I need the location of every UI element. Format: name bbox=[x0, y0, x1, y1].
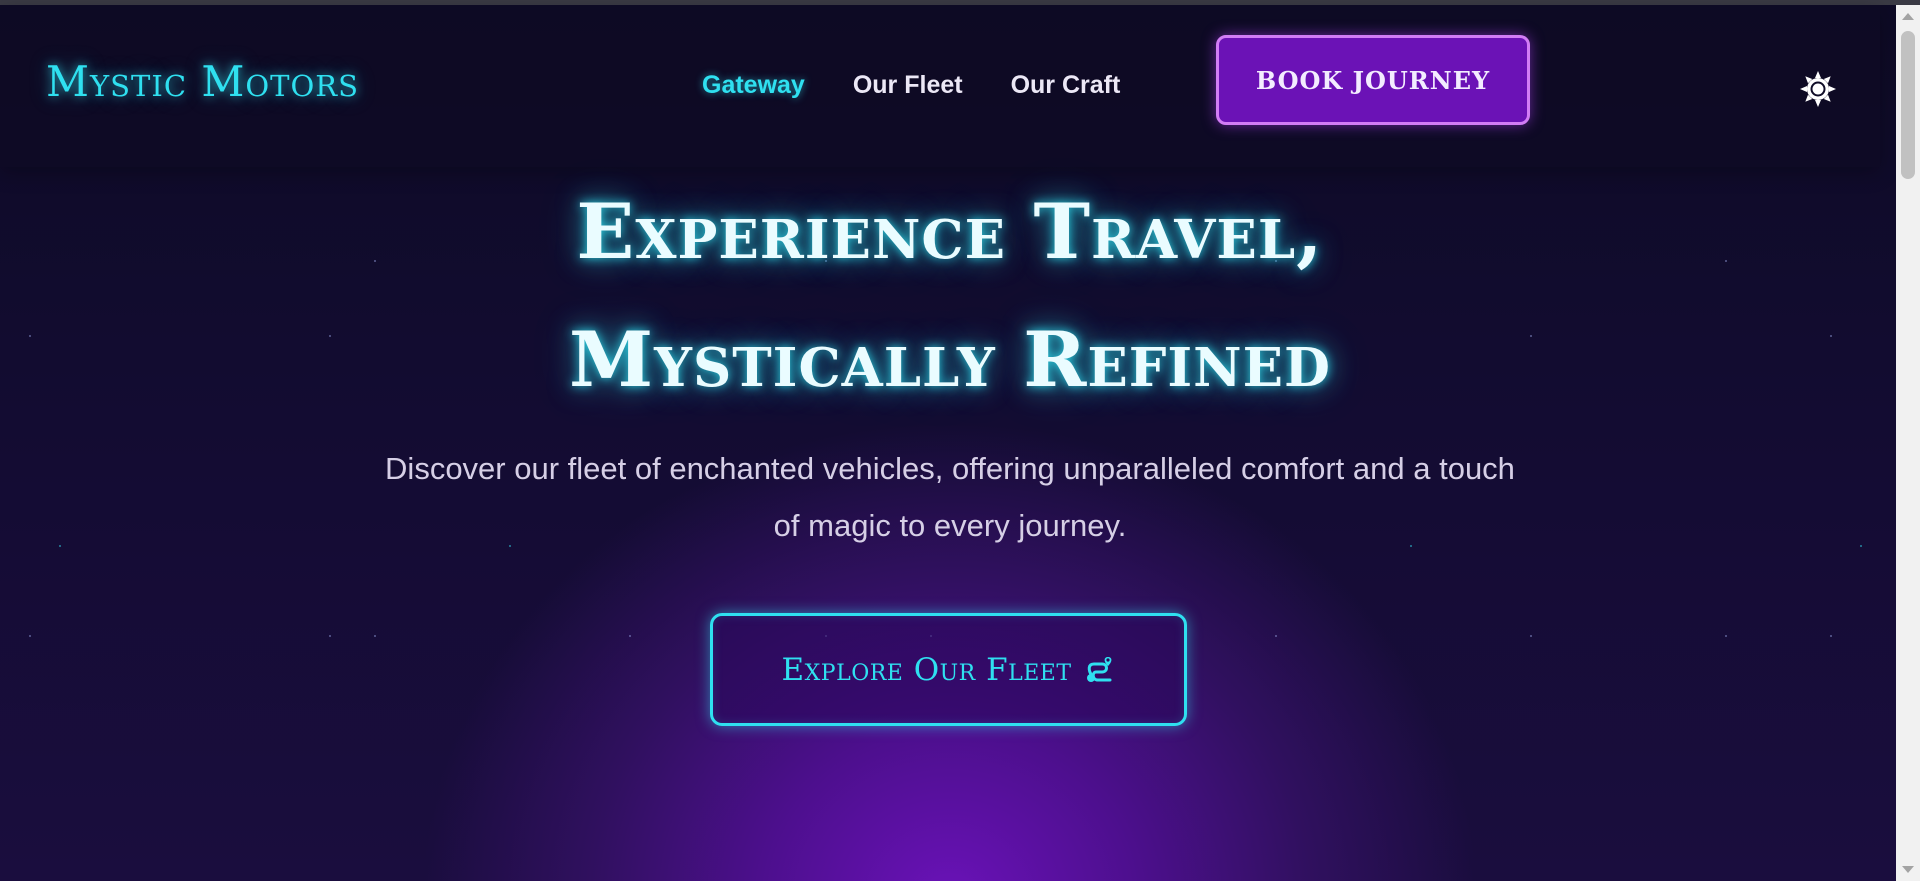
navbar: Mystic Motors Gateway Our Fleet Our Craf… bbox=[0, 5, 1880, 167]
scroll-thumb[interactable] bbox=[1901, 31, 1915, 179]
star bbox=[1725, 635, 1727, 637]
hero-title: Experience Travel, Mystically Refined bbox=[0, 168, 1900, 424]
vertical-scrollbar[interactable] bbox=[1896, 5, 1920, 881]
star bbox=[29, 635, 31, 637]
hero-title-line-2: Mystically Refined bbox=[569, 315, 1331, 404]
nav-links: Gateway Our Fleet Our Craft bbox=[702, 71, 1120, 100]
hero-title-line-1: Experience Travel, bbox=[576, 187, 1324, 276]
scroll-down-arrow-icon[interactable] bbox=[1902, 866, 1914, 873]
sun-icon bbox=[1800, 71, 1836, 107]
book-journey-button[interactable]: BOOK JOURNEY bbox=[1216, 35, 1530, 125]
star bbox=[1530, 635, 1532, 637]
star bbox=[1275, 635, 1277, 637]
page: Mystic Motors Gateway Our Fleet Our Craf… bbox=[0, 0, 1920, 881]
star bbox=[374, 635, 376, 637]
nav-link-our-fleet[interactable]: Our Fleet bbox=[853, 71, 963, 100]
brand-logo[interactable]: Mystic Motors bbox=[46, 57, 359, 106]
theme-toggle-button[interactable] bbox=[1796, 67, 1840, 111]
explore-fleet-label: Explore Our Fleet bbox=[781, 651, 1072, 688]
hero-subtitle: Discover our fleet of enchanted vehicles… bbox=[385, 451, 1515, 543]
star bbox=[1860, 545, 1862, 547]
star bbox=[1830, 635, 1832, 637]
scroll-up-arrow-icon[interactable] bbox=[1902, 13, 1914, 20]
nav-link-gateway[interactable]: Gateway bbox=[702, 71, 805, 100]
route-icon bbox=[1086, 656, 1111, 682]
star bbox=[59, 545, 61, 547]
star bbox=[329, 635, 331, 637]
star bbox=[629, 635, 631, 637]
nav-link-our-craft[interactable]: Our Craft bbox=[1011, 71, 1121, 100]
explore-fleet-button[interactable]: Explore Our Fleet bbox=[710, 613, 1187, 726]
